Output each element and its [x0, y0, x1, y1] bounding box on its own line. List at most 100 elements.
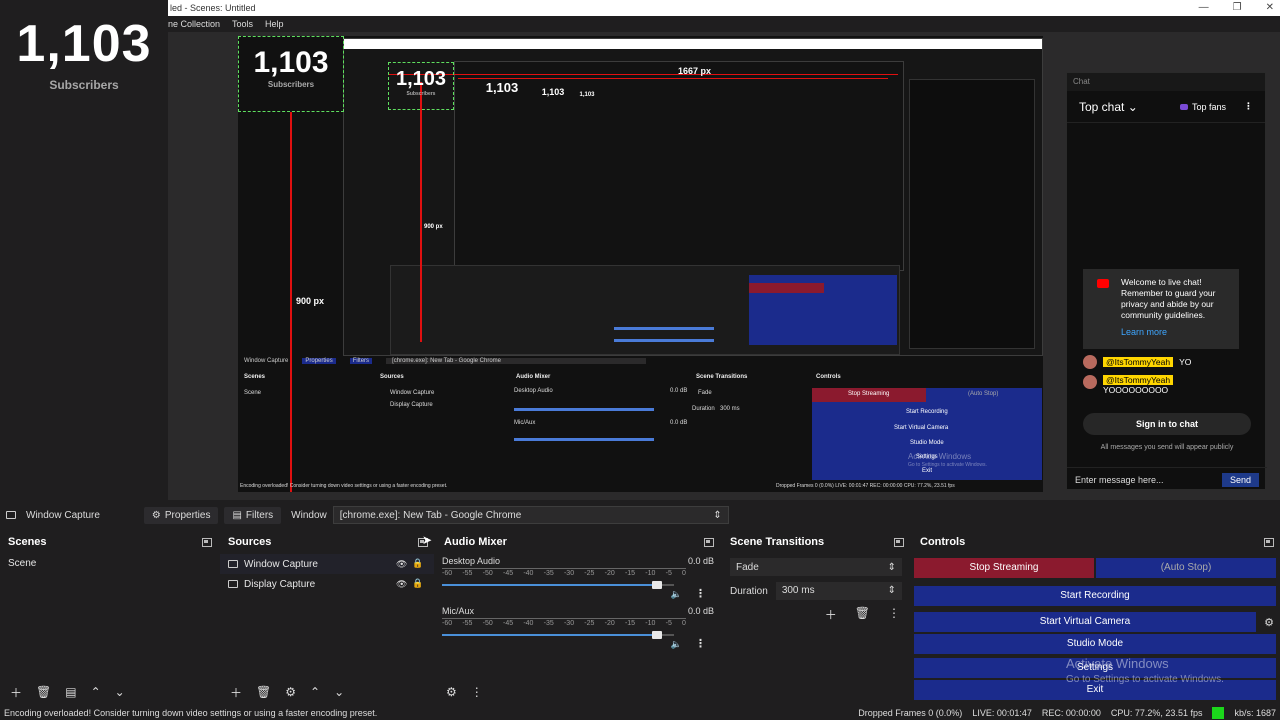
volume-slider[interactable] [442, 630, 674, 640]
mixer-tracks: Desktop Audio 0.0 dB -60 -55 -50 -45 -40 -35-… [436, 554, 720, 682]
scale-tick: -15 [624, 620, 636, 627]
lock-icon[interactable]: 🔒 [412, 558, 423, 568]
more-options-icon[interactable]: ⋮ [695, 637, 706, 650]
scale-tick: -60 [442, 620, 453, 627]
source-item-window-capture[interactable]: Window Capture 👁 🔒 [220, 554, 434, 574]
chevron-up-icon[interactable]: ⌃ [91, 685, 101, 699]
eye-icon[interactable]: 👁 [396, 579, 407, 589]
inner-record-label: Start Recording [906, 409, 948, 415]
speaker-icon[interactable]: 🔈 [671, 639, 682, 650]
chevron-updown-icon[interactable]: ⇕ [888, 582, 896, 600]
filters-button[interactable]: ▤ Filters [224, 506, 282, 524]
add-icon[interactable]: ＋ [10, 684, 22, 701]
scene-item[interactable]: Scene [0, 554, 218, 574]
mini-subscriber-5: 1,103 [576, 92, 598, 98]
inner-exit-label: Exit [922, 468, 933, 474]
menu-tools[interactable]: Tools [232, 16, 253, 32]
float-dock-icon[interactable] [704, 537, 714, 547]
inner-duration: 300 ms [720, 406, 740, 412]
inner-transitions-header: Scene Transitions [696, 374, 748, 380]
trash-icon[interactable]: 🗑 [855, 606, 870, 623]
more-options-icon[interactable]: ⋮ [471, 685, 483, 699]
float-dock-icon[interactable] [894, 537, 904, 547]
start-virtual-camera-button[interactable]: Start Virtual Camera [914, 612, 1256, 632]
gear-icon[interactable]: ⚙ [285, 685, 296, 699]
chat-message-input[interactable]: Enter message here... [1075, 475, 1164, 485]
start-recording-button[interactable]: Start Recording [914, 586, 1276, 606]
more-options-icon[interactable]: ⋮ [695, 587, 706, 600]
chevron-up-icon[interactable]: ⌃ [310, 685, 320, 699]
top-fans-button[interactable]: Top fans ⋮ [1179, 101, 1253, 112]
scale-tick: -50 [482, 620, 493, 627]
speaker-icon[interactable]: 🔈 [671, 589, 682, 600]
inner-mixer-2: Mic/Aux [514, 420, 536, 426]
properties-button[interactable]: ⚙ Properties [143, 506, 219, 524]
transition-duration-row: Duration 300 ms ⇕ [730, 582, 902, 600]
top-chat-dropdown[interactable]: Top chat ⌄ [1079, 100, 1138, 114]
scale-tick: -20 [604, 620, 615, 627]
sign-in-to-chat-button[interactable]: Sign in to chat [1083, 413, 1251, 435]
gear-icon[interactable]: ⚙ [446, 685, 457, 699]
sources-header: Sources [220, 530, 434, 554]
inner-activate-windows: Activate Windows [908, 452, 972, 461]
float-dock-icon[interactable] [1264, 537, 1274, 547]
chat-message: @ItsTommyYeah YO [1083, 355, 1191, 369]
menu-scene-collection[interactable]: ne Collection [168, 16, 220, 32]
add-icon[interactable]: ＋ [825, 606, 837, 623]
add-icon[interactable]: ＋ [230, 684, 242, 701]
mixer-footer: ⚙ ⋮ [436, 682, 483, 702]
inner-studio-label: Studio Mode [910, 440, 944, 446]
chat-author[interactable]: @ItsTommyYeah [1103, 375, 1174, 385]
transition-actions: ＋ 🗑 ⋮ [825, 606, 900, 623]
trash-icon[interactable]: 🗑 [36, 685, 51, 699]
minimize-button[interactable]: — [1199, 0, 1209, 16]
display-capture-icon [228, 580, 238, 588]
duration-spinbox[interactable]: 300 ms ⇕ [775, 582, 902, 600]
scale-tick: -25 [584, 620, 595, 627]
trash-icon[interactable]: 🗑 [256, 685, 271, 699]
mini-subscriber-count-1: 1,103 [253, 46, 329, 79]
maximize-button[interactable]: ❐ [1233, 0, 1242, 16]
window-title-bar: led - Scenes: Untitled — ❐ ✕ [168, 0, 1280, 16]
scene-transitions-header: Scene Transitions [722, 530, 910, 554]
volume-knob[interactable] [652, 631, 663, 639]
close-button[interactable]: ✕ [1266, 0, 1274, 16]
studio-mode-button[interactable]: Studio Mode [914, 634, 1276, 654]
chevron-down-icon[interactable]: ⌄ [115, 685, 125, 699]
virtual-camera-gear-icon[interactable]: ⚙ [1264, 616, 1274, 629]
selected-source: Window Capture [6, 510, 100, 521]
learn-more-link[interactable]: Learn more [1121, 327, 1231, 338]
auto-stop-button[interactable]: (Auto Stop) [1096, 558, 1276, 578]
stop-streaming-button[interactable]: Stop Streaming [914, 558, 1094, 578]
activate-windows-subtext: Go to Settings to activate Windows. [1066, 674, 1224, 685]
dropped-frames: Dropped Frames 0 (0.0%) [858, 708, 963, 718]
window-select[interactable]: [chrome.exe]: New Tab - Google Chrome ⇕ [332, 506, 729, 524]
lock-icon[interactable]: 🔒 [412, 578, 423, 588]
inner-mixer-1: Desktop Audio [514, 388, 553, 394]
scenes-dock: Scenes Scene ＋ 🗑 ▤ ⌃ ⌄ [0, 530, 218, 706]
eye-icon[interactable]: 👁 [396, 559, 407, 569]
nested-fader-2 [614, 339, 714, 342]
preview-canvas[interactable]: 1667 px 900 px 900 px 1,103 Subscribers … [168, 32, 1280, 500]
scale-tick: -35 [543, 620, 554, 627]
chevron-down-icon[interactable]: ⌄ [334, 685, 344, 699]
chat-author[interactable]: @ItsTommyYeah [1103, 357, 1174, 367]
inner-fader-1 [514, 408, 654, 411]
volume-knob[interactable] [652, 581, 663, 589]
float-dock-icon[interactable] [202, 537, 212, 547]
source-item-display-capture[interactable]: Display Capture 👁 🔒 [220, 574, 434, 594]
more-options-icon[interactable]: ⋮ [1244, 101, 1253, 112]
window-controls: — ❐ ✕ [1199, 0, 1274, 16]
inner-mixer-2-db: 0.0 dB [670, 420, 688, 426]
menu-help[interactable]: Help [265, 16, 284, 32]
nested-stop-button [749, 283, 824, 293]
chat-send-button[interactable]: Send [1221, 472, 1259, 487]
volume-slider[interactable] [442, 580, 674, 590]
transition-select[interactable]: Fade ⇕ [730, 558, 902, 576]
mixer-track-top: Mic/Aux 0.0 dB [442, 604, 714, 618]
more-options-icon[interactable]: ⋮ [888, 606, 900, 623]
guide-horizontal-inner [458, 78, 888, 79]
scale-tick: -60 [442, 570, 453, 577]
filter-icon[interactable]: ▤ [65, 685, 76, 699]
inner-mixer-header: Audio Mixer [516, 374, 551, 380]
